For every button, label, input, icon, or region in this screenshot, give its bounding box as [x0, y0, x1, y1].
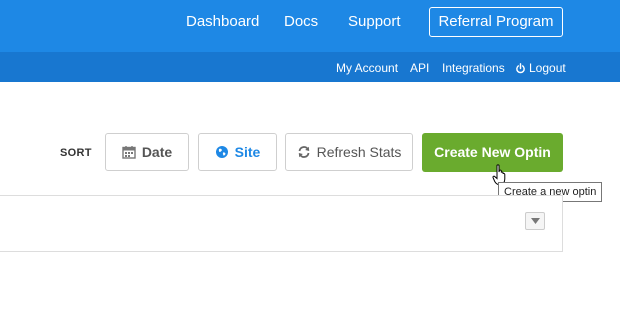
refresh-icon — [297, 145, 311, 159]
panel-dropdown-button[interactable] — [525, 212, 545, 230]
referral-program-button[interactable]: Referral Program — [429, 7, 563, 37]
sub-nav-bar: My Account API Integrations Logout — [0, 52, 620, 82]
refresh-stats-label: Refresh Stats — [316, 144, 402, 160]
logout-label: Logout — [529, 61, 566, 75]
refresh-stats-button[interactable]: Refresh Stats — [285, 133, 413, 171]
optin-list-panel — [0, 195, 563, 252]
nav-link-my-account[interactable]: My Account — [336, 61, 398, 75]
nav-link-integrations[interactable]: Integrations — [442, 61, 505, 75]
power-icon — [515, 62, 526, 74]
sort-site-button[interactable]: Site — [198, 133, 277, 171]
nav-link-dashboard[interactable]: Dashboard — [186, 13, 259, 31]
top-nav-bar: Dashboard Docs Support Referral Program — [0, 0, 620, 52]
sort-date-button[interactable]: Date — [105, 133, 189, 171]
sort-label: SORT — [60, 147, 92, 159]
sort-date-label: Date — [141, 144, 173, 160]
nav-link-docs[interactable]: Docs — [284, 13, 318, 31]
caret-down-icon — [530, 218, 540, 224]
nav-link-support[interactable]: Support — [348, 13, 401, 31]
sort-site-label: Site — [234, 144, 261, 160]
nav-link-api[interactable]: API — [410, 61, 429, 75]
globe-icon — [215, 145, 229, 159]
calendar-icon — [122, 145, 136, 159]
logout-link[interactable]: Logout — [515, 61, 566, 75]
